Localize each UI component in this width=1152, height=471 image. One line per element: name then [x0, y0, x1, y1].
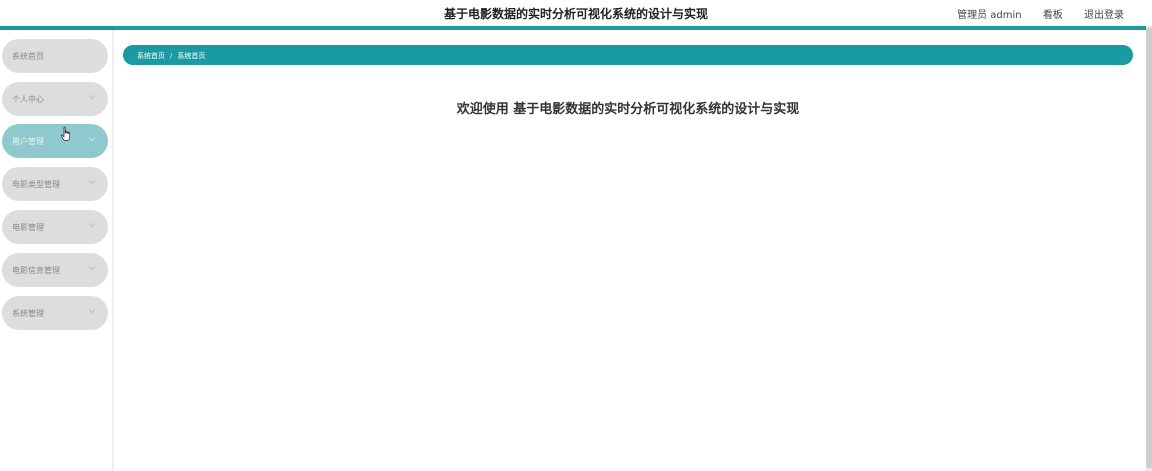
top-header: 基于电影数据的实时分析可视化系统的设计与实现 管理员 admin 看板 退出登录	[0, 0, 1152, 26]
sidebar-item-label: 电影管理	[12, 223, 44, 232]
welcome-message: 欢迎使用 基于电影数据的实时分析可视化系统的设计与实现	[456, 102, 800, 117]
breadcrumb-separator: /	[170, 52, 173, 60]
breadcrumb-item-home[interactable]: 系统首页	[137, 52, 165, 60]
chevron-down-icon	[88, 309, 96, 314]
hand-pointer-icon	[60, 126, 71, 141]
sidebar-item-movies[interactable]: 电影管理	[2, 210, 108, 244]
chevron-down-icon	[88, 180, 96, 185]
dashboard-link[interactable]: 看板	[1043, 10, 1063, 21]
header-accent-line	[0, 26, 1146, 30]
sidebar-item-profile[interactable]: 个人中心	[2, 82, 108, 116]
breadcrumb: 系统首页 / 系统首页	[123, 45, 1133, 65]
sidebar-item-users[interactable]: 用户管理	[2, 124, 108, 158]
sidebar-item-movie-types[interactable]: 电影类型管理	[2, 167, 108, 201]
sidebar-item-label: 用户管理	[12, 137, 44, 146]
sidebar-item-label: 系统首页	[12, 52, 44, 61]
sidebar-item-movie-info[interactable]: 电影信息管理	[2, 253, 108, 287]
sidebar-item-system[interactable]: 系统管理	[2, 296, 108, 330]
chevron-down-icon	[88, 95, 96, 100]
current-user: 管理员 admin	[957, 10, 1022, 21]
scrollbar-thumb[interactable]	[1146, 28, 1152, 468]
logout-link[interactable]: 退出登录	[1084, 10, 1124, 21]
chevron-down-icon	[88, 223, 96, 228]
breadcrumb-item-current: 系统首页	[177, 52, 206, 60]
sidebar-item-label: 电影类型管理	[12, 180, 60, 189]
sidebar-item-label: 系统管理	[12, 309, 44, 318]
sidebar-item-label: 电影信息管理	[12, 266, 60, 275]
sidebar-item-label: 个人中心	[12, 95, 44, 104]
sidebar: 系统首页 个人中心 用户管理 电影类型管理 电影管理 电影信息管理 系统管理	[0, 30, 113, 471]
sidebar-item-home[interactable]: 系统首页	[2, 39, 108, 73]
page-scrollbar[interactable]	[1146, 26, 1152, 471]
header-actions: 管理员 admin 看板 退出登录	[939, 6, 1124, 21]
chevron-down-icon	[88, 266, 96, 271]
chevron-down-icon	[88, 137, 96, 142]
